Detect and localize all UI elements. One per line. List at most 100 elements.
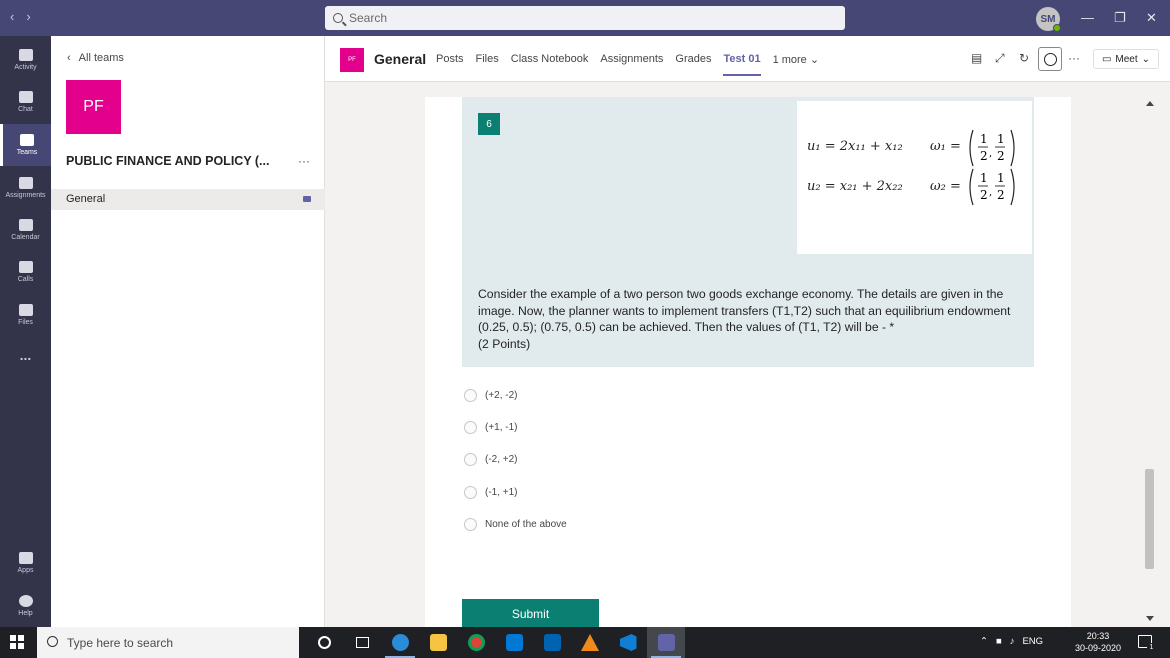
option-5[interactable]: None of the above <box>464 508 567 540</box>
minimize-button[interactable]: — <box>1081 10 1094 25</box>
submit-button[interactable]: Submit <box>462 599 599 627</box>
question-block: 6 u₁ = 2x₁₁ + x₁₂ ω₁ = 1 2 , 1 2 u₂ = x₂… <box>462 97 1034 367</box>
language-indicator[interactable]: ENG <box>1022 636 1043 647</box>
svg-text:2: 2 <box>997 188 1005 202</box>
channel-tabs: Posts Files Class Notebook Assignments G… <box>436 53 820 76</box>
option-label: None of the above <box>485 518 567 530</box>
store-icon[interactable] <box>495 627 533 658</box>
matrix-w1: 1 2 , 1 2 <box>969 129 1015 167</box>
tab-class-notebook[interactable]: Class Notebook <box>511 53 589 66</box>
option-3[interactable]: (-2, +2) <box>464 444 567 476</box>
rail-chat[interactable]: Chat <box>0 81 51 123</box>
rail-assignments[interactable]: Assignments <box>0 167 51 209</box>
rail-files[interactable]: Files <box>0 294 51 336</box>
chevron-left-icon: ‹ <box>67 52 71 64</box>
rail-more[interactable]: ... <box>0 334 51 376</box>
option-2[interactable]: (+1, -1) <box>464 411 567 443</box>
rail-label: Apps <box>17 567 34 574</box>
svg-text:1: 1 <box>997 132 1005 146</box>
radio-button[interactable] <box>464 420 477 434</box>
equation-u2: u₂ = x₂₁ + 2x₂₂ <box>807 179 903 194</box>
mail-icon[interactable] <box>533 627 571 658</box>
chevron-up-icon[interactable]: ⌃ <box>980 636 988 647</box>
vertical-scrollbar[interactable] <box>1143 97 1157 627</box>
svg-text:1: 1 <box>980 132 988 146</box>
network-icon[interactable]: ■ <box>996 636 1002 647</box>
channel-label: General <box>66 193 106 205</box>
tab-posts[interactable]: Posts <box>436 53 464 66</box>
avatar[interactable]: SM <box>1036 7 1061 32</box>
scroll-up-arrow-icon[interactable] <box>1146 101 1154 106</box>
nav-arrows: ‹ › <box>10 9 31 24</box>
search-input[interactable]: Search <box>325 6 845 30</box>
windows-start-icon[interactable] <box>10 635 24 649</box>
rail-label: Activity <box>14 64 37 71</box>
tab-more[interactable]: 1 more ⌄ <box>773 53 820 66</box>
option-1[interactable]: (+2, -2) <box>464 379 567 411</box>
avatar-initials: SM <box>1040 13 1056 25</box>
expand-icon[interactable]: ⤢ <box>995 51 1005 66</box>
teams-icon <box>20 134 34 146</box>
svg-text:2: 2 <box>980 188 988 202</box>
question-prompt: Consider the example of a two person two… <box>478 287 1011 334</box>
clock-date: 30-09-2020 <box>1075 643 1122 653</box>
tab-test-01[interactable]: Test 01 <box>723 53 761 76</box>
cortana-icon[interactable] <box>305 627 343 658</box>
radio-button[interactable] <box>464 485 477 499</box>
tab-files[interactable]: Files <box>476 53 499 66</box>
clock-time: 20:33 <box>1086 631 1110 641</box>
back-arrow-icon[interactable]: ‹ <box>10 9 14 24</box>
taskbar-clock[interactable]: 20:33 30-09-2020 <box>1075 630 1121 654</box>
svg-text:1: 1 <box>980 171 988 185</box>
scroll-down-arrow-icon[interactable] <box>1146 616 1154 621</box>
close-button[interactable]: ✕ <box>1146 10 1157 26</box>
file-explorer-icon[interactable] <box>419 627 457 658</box>
vlc-icon[interactable] <box>571 627 609 658</box>
task-view-icon[interactable] <box>343 627 381 658</box>
meeting-camera-icon <box>303 196 311 202</box>
taskbar-search[interactable]: Type here to search <box>37 627 299 658</box>
option-4[interactable]: (-1, +1) <box>464 476 567 508</box>
rail-activity[interactable]: Activity <box>0 39 51 81</box>
conversation-icon[interactable]: ▤ <box>971 51 982 65</box>
rail-teams[interactable]: Teams <box>0 124 51 166</box>
team-name[interactable]: PUBLIC FINANCE AND POLICY (... <box>66 154 269 168</box>
radio-button[interactable] <box>464 517 477 531</box>
apps-icon <box>18 552 33 564</box>
website-button[interactable] <box>1038 47 1062 71</box>
question-text: Consider the example of a two person two… <box>478 286 1018 352</box>
tab-grades[interactable]: Grades <box>675 53 711 66</box>
calendar-icon <box>18 219 33 231</box>
radio-button[interactable] <box>464 388 477 402</box>
tab-assignments[interactable]: Assignments <box>600 53 663 66</box>
restore-button[interactable]: ❐ <box>1114 10 1126 26</box>
rail-help[interactable]: Help <box>0 585 51 627</box>
search-icon <box>47 636 58 647</box>
vscode-icon[interactable] <box>609 627 647 658</box>
all-teams-link[interactable]: ‹ All teams <box>67 52 124 64</box>
channel-general[interactable]: General <box>51 189 325 210</box>
volume-icon[interactable]: ♪ <box>1010 636 1015 647</box>
bell-icon <box>18 49 33 61</box>
notification-center-icon[interactable]: 1 <box>1138 635 1156 652</box>
question-number: 6 <box>478 113 500 135</box>
more-options-button[interactable]: ··· <box>1068 51 1080 65</box>
svg-text:2: 2 <box>997 149 1005 163</box>
meet-button[interactable]: ▭ Meet ⌄ <box>1093 49 1159 69</box>
svg-text:2: 2 <box>980 149 988 163</box>
radio-button[interactable] <box>464 453 477 467</box>
scrollbar-thumb[interactable] <box>1145 469 1154 569</box>
rail-calls[interactable]: Calls <box>0 251 51 293</box>
rail-apps[interactable]: Apps <box>0 542 51 584</box>
team-more-button[interactable]: ··· <box>298 154 310 168</box>
rail-calendar[interactable]: Calendar <box>0 209 51 251</box>
edge-icon[interactable] <box>381 627 419 658</box>
chrome-icon[interactable] <box>457 627 495 658</box>
svg-text:,: , <box>989 148 992 159</box>
option-label: (-2, +2) <box>485 454 518 466</box>
reload-icon[interactable]: ↻ <box>1019 51 1029 65</box>
chat-icon <box>18 91 33 103</box>
teams-app-icon[interactable] <box>647 627 685 658</box>
forward-arrow-icon[interactable]: › <box>26 9 30 24</box>
rail-label: Help <box>18 610 33 617</box>
